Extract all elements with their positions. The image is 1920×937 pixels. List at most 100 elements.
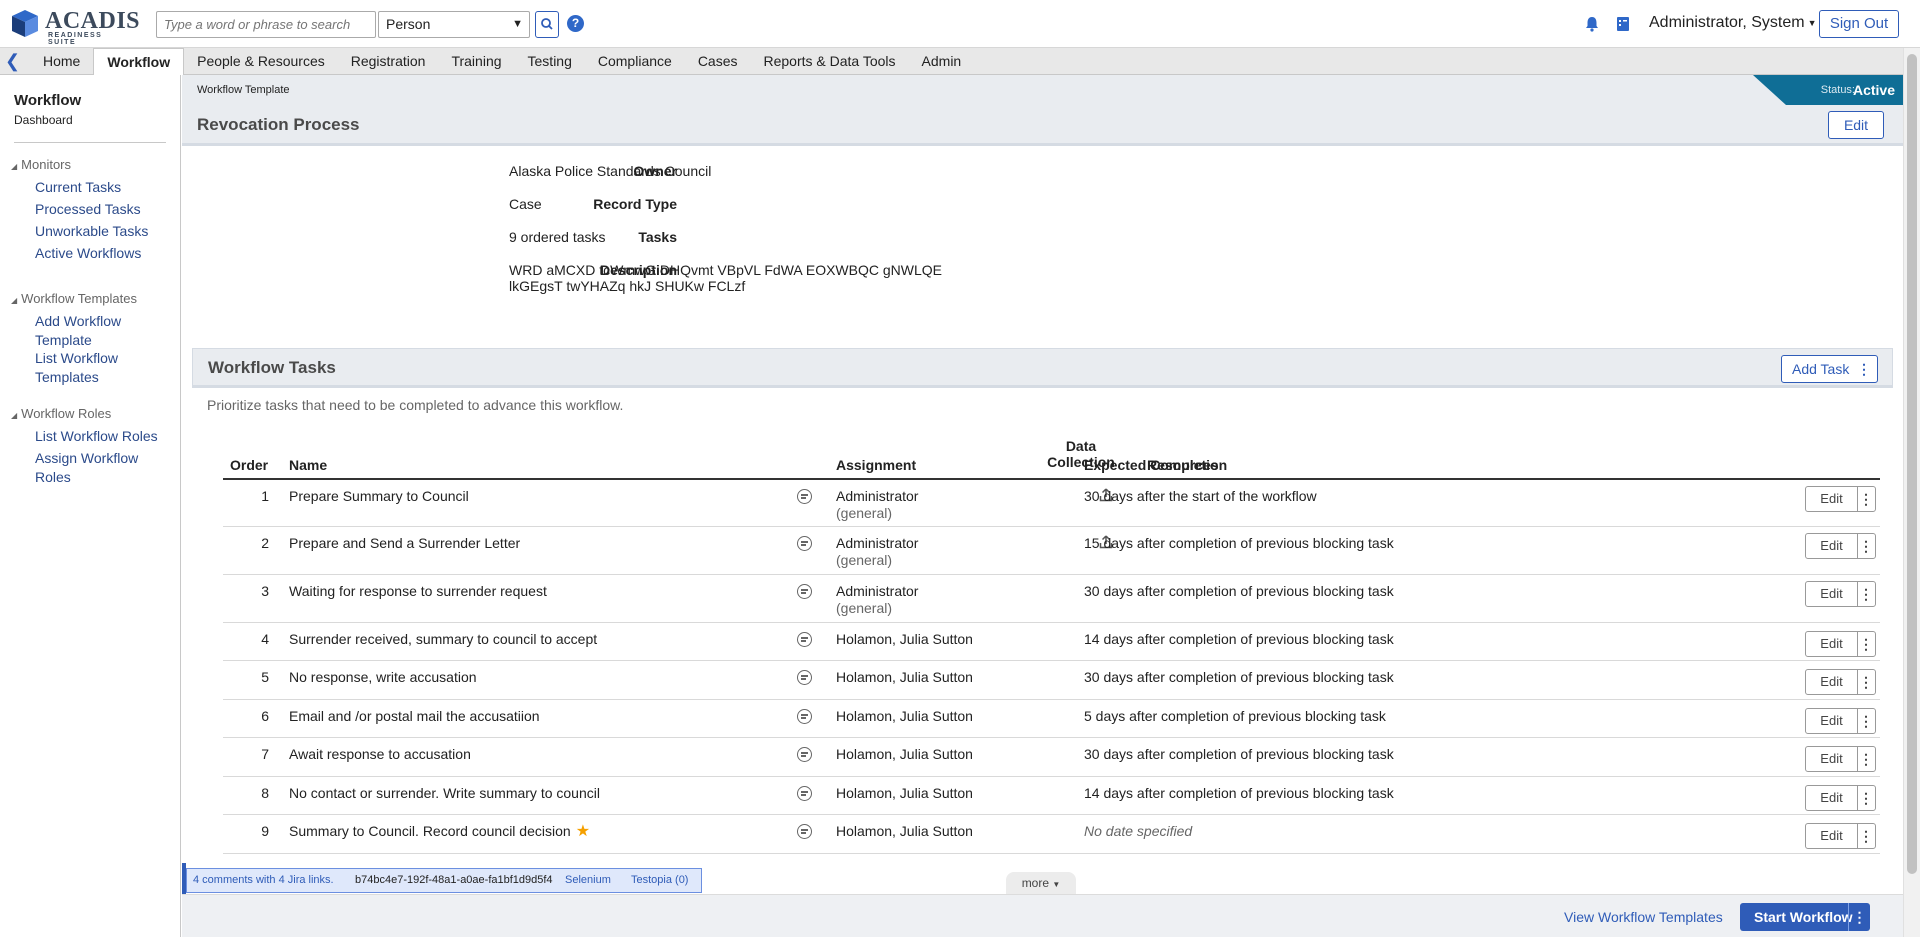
nav-tab-admin[interactable]: Admin (909, 48, 975, 75)
view-workflow-templates-link[interactable]: View Workflow Templates (1564, 909, 1723, 925)
edit-task-button[interactable]: Edit (1806, 487, 1858, 511)
notes-icon[interactable] (797, 670, 812, 685)
notes-icon[interactable] (797, 584, 812, 599)
start-workflow-button[interactable]: Start Workflow ⋮ (1740, 903, 1870, 931)
nav-tab-home[interactable]: Home (30, 48, 93, 75)
nav-tab-reports-data-tools[interactable]: Reports & Data Tools (751, 48, 909, 75)
notes-icon[interactable] (797, 747, 812, 762)
task-name[interactable]: Prepare and Send a Surrender Letter (289, 535, 719, 552)
task-name-text[interactable]: Summary to Council. Record council decis… (289, 823, 571, 839)
task-name[interactable]: Await response to accusation (289, 746, 719, 763)
kebab-menu-icon[interactable]: ⋮ (1857, 824, 1875, 848)
task-name-text[interactable]: No response, write accusation (289, 669, 477, 685)
notes-icon[interactable] (797, 632, 812, 647)
edit-task-button[interactable]: Edit (1806, 824, 1858, 848)
nav-tab-cases[interactable]: Cases (685, 48, 751, 75)
edit-task-button[interactable]: Edit (1806, 747, 1858, 771)
sidebar-item-list-workflow-roles[interactable]: List Workflow Roles (35, 427, 175, 446)
user-menu[interactable]: Administrator, System ▼ (1649, 14, 1817, 32)
sidebar-group-monitors[interactable]: ◢ Monitors (11, 157, 71, 172)
kebab-menu-icon[interactable]: ⋮ (1857, 632, 1875, 656)
search-input[interactable] (156, 11, 376, 38)
column-header-order: Order (230, 457, 269, 473)
kebab-menu-icon[interactable]: ⋮ (1857, 747, 1875, 771)
sidebar-subtitle[interactable]: Dashboard (14, 113, 73, 127)
table-row: 6 Email and /or postal mail the accusatii… (223, 700, 1880, 738)
task-name-text[interactable]: No contact or surrender. Write summary t… (289, 785, 600, 801)
sidebar-item-processed-tasks[interactable]: Processed Tasks (35, 200, 175, 219)
nav-tab-people-resources[interactable]: People & Resources (184, 48, 338, 75)
notes-icon[interactable] (797, 489, 812, 504)
task-name[interactable]: No contact or surrender. Write summary t… (289, 785, 719, 802)
sidebar-item-unworkable-tasks[interactable]: Unworkable Tasks (35, 222, 175, 241)
kebab-menu-icon[interactable]: ⋮ (1857, 487, 1875, 511)
sidebar-item-list-workflow-templates[interactable]: List Workflow Templates (35, 349, 175, 387)
task-name[interactable]: Waiting for response to surrender reques… (289, 583, 719, 600)
kebab-menu-icon[interactable]: ⋮ (1857, 709, 1875, 733)
nav-tab-label: Testing (527, 53, 572, 69)
edit-task-button[interactable]: Edit (1806, 582, 1858, 606)
search-scope-select[interactable]: Person ▼ (378, 11, 530, 38)
task-expected-completion: 30 days after completion of previous blo… (1084, 746, 1394, 762)
sidebar-item-add-workflow-template[interactable]: Add Workflow Template (35, 312, 175, 350)
nav-tab-workflow[interactable]: Workflow (93, 48, 185, 76)
assignment-name: Administrator (836, 488, 919, 504)
notes-icon[interactable] (797, 786, 812, 801)
assignment-name: Holamon, Julia Sutton (836, 708, 973, 724)
vertical-scrollbar[interactable] (1903, 48, 1920, 937)
task-name[interactable]: Prepare Summary to Council (289, 488, 719, 505)
notes-icon[interactable] (797, 536, 812, 551)
task-name[interactable]: No response, write accusation (289, 669, 719, 686)
kebab-menu-icon[interactable]: ⋮ (1857, 786, 1875, 810)
notes-icon[interactable] (797, 709, 812, 724)
kebab-menu-icon[interactable]: ⋮ (1857, 582, 1875, 606)
edit-task-button[interactable]: Edit (1806, 534, 1858, 558)
selenium-link[interactable]: Selenium (565, 869, 611, 892)
notes-icon[interactable] (797, 824, 812, 839)
edit-template-button[interactable]: Edit (1828, 111, 1884, 139)
edit-task-button[interactable]: Edit (1806, 632, 1858, 656)
sign-out-button[interactable]: Sign Out (1819, 10, 1899, 38)
sidebar-item-assign-workflow-roles[interactable]: Assign Workflow Roles (35, 449, 175, 487)
sidebar-group-workflow-roles[interactable]: ◢ Workflow Roles (11, 406, 111, 421)
nav-tab-training[interactable]: Training (438, 48, 514, 75)
kebab-menu-icon[interactable]: ⋮ (1857, 356, 1871, 382)
search-button[interactable] (535, 11, 559, 38)
task-name-text[interactable]: Prepare and Send a Surrender Letter (289, 535, 520, 551)
acadis-logo[interactable]: ACADIS READINESS SUITE (8, 6, 140, 46)
sidebar-title[interactable]: Workflow (14, 92, 81, 109)
book-icon[interactable] (1614, 15, 1632, 33)
table-row: 2 Prepare and Send a Surrender Letter Admi… (223, 527, 1880, 575)
nav-tab-testing[interactable]: Testing (515, 48, 585, 75)
sidebar-item-active-workflows[interactable]: Active Workflows (35, 244, 175, 263)
kebab-menu-icon[interactable]: ⋮ (1857, 534, 1875, 558)
nav-tab-compliance[interactable]: Compliance (585, 48, 685, 75)
task-name[interactable]: Email and /or postal mail the accusatiio… (289, 708, 719, 725)
task-assignment: Holamon, Julia Sutton (836, 708, 1056, 725)
bell-icon[interactable] (1583, 15, 1601, 33)
jira-comments-link[interactable]: 4 comments with 4 Jira links. (193, 869, 334, 892)
task-name-text[interactable]: Surrender received, summary to council t… (289, 631, 597, 647)
help-icon[interactable]: ? (567, 15, 584, 32)
scrollbar-thumb[interactable] (1907, 54, 1917, 874)
edit-task-button[interactable]: Edit (1806, 670, 1858, 694)
testopia-link[interactable]: Testopia (0) (631, 869, 688, 892)
back-chevron-icon[interactable]: ❮ (5, 52, 25, 72)
kebab-menu-icon[interactable]: ⋮ (1857, 670, 1875, 694)
nav-tab-registration[interactable]: Registration (338, 48, 439, 75)
edit-task-button[interactable]: Edit (1806, 786, 1858, 810)
task-name-text[interactable]: Await response to accusation (289, 746, 471, 762)
more-toggle[interactable]: more ▼ (1006, 872, 1076, 894)
edit-task-button[interactable]: Edit (1806, 709, 1858, 733)
task-name-text[interactable]: Email and /or postal mail the accusatiio… (289, 708, 540, 724)
column-header-assignment: Assignment (836, 457, 917, 473)
task-name-text[interactable]: Prepare Summary to Council (289, 488, 469, 504)
task-name[interactable]: Surrender received, summary to council t… (289, 631, 719, 648)
task-name-text[interactable]: Waiting for response to surrender reques… (289, 583, 547, 599)
assignment-name: Holamon, Julia Sutton (836, 785, 973, 801)
add-task-button[interactable]: Add Task ⋮ (1781, 355, 1878, 383)
kebab-menu-icon[interactable]: ⋮ (1848, 903, 1870, 931)
sidebar-group-workflow-templates[interactable]: ◢ Workflow Templates (11, 291, 137, 306)
sidebar-item-current-tasks[interactable]: Current Tasks (35, 178, 175, 197)
task-name[interactable]: Summary to Council. Record council decis… (289, 823, 719, 840)
